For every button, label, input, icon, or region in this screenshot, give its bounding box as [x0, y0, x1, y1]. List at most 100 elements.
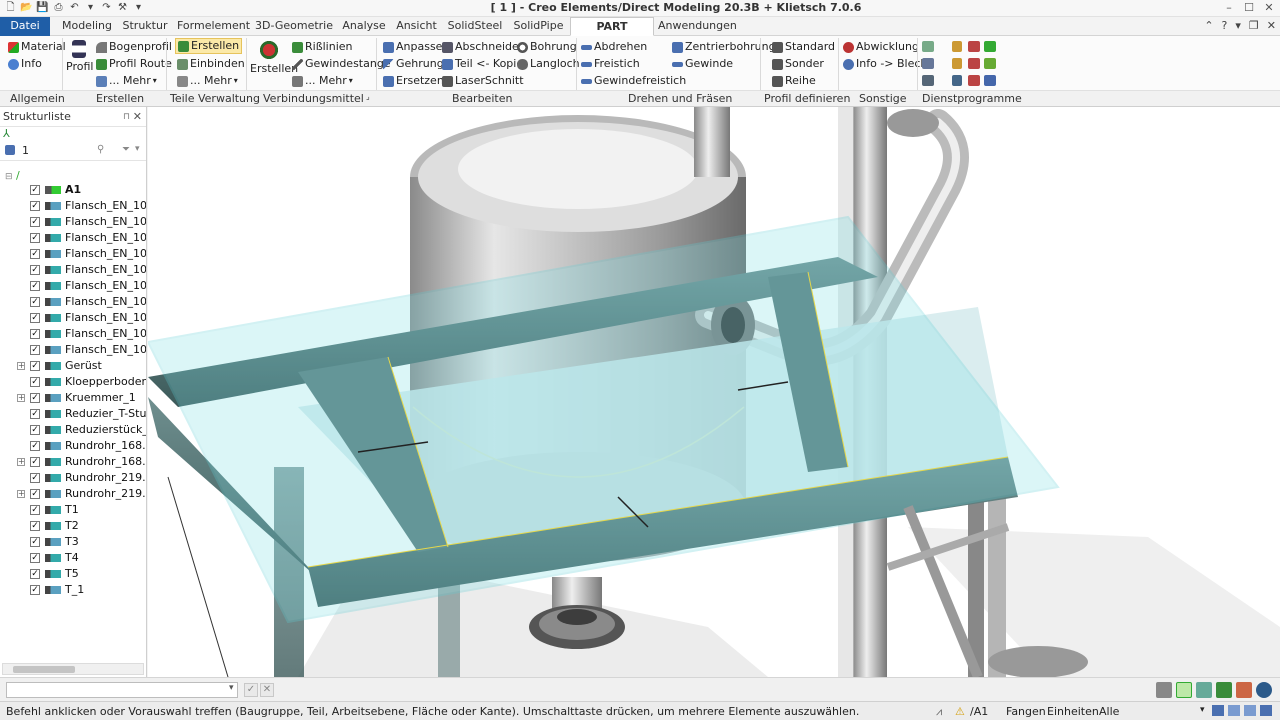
dropdown-arrow-icon[interactable]: ▾	[1235, 19, 1241, 32]
snap-icon[interactable]: ⩘	[936, 705, 942, 719]
tab-analyse[interactable]: Analyse	[340, 17, 388, 36]
tree-row[interactable]: ✓ Kloepperboden	[0, 374, 146, 390]
tree-row[interactable]: ✓ Flansch_EN_1092-	[0, 214, 146, 230]
tree-row[interactable]: ✓ Flansch_EN_1092-	[0, 262, 146, 278]
expand-icon[interactable]: +	[17, 394, 25, 402]
profil-button[interactable]: Profil	[66, 40, 93, 73]
undo-icon[interactable]: ↶	[68, 1, 81, 14]
visibility-checkbox[interactable]: ✓	[30, 217, 40, 227]
material-button[interactable]: Material	[8, 39, 66, 55]
tree-row[interactable]: ✓ Reduzierstück_DIN	[0, 422, 146, 438]
tab-solidsteel[interactable]: SolidSteel	[447, 17, 503, 36]
collapse-ribbon-icon[interactable]: ⌃	[1204, 19, 1213, 32]
binoculars-icon[interactable]: ⚲	[97, 144, 104, 155]
visibility-checkbox[interactable]: ✓	[30, 569, 40, 579]
visibility-checkbox[interactable]: ✓	[30, 489, 40, 499]
cancel-button[interactable]: ✕	[260, 683, 274, 697]
tree-row[interactable]: ✓ T4	[0, 550, 146, 566]
erstellen-mehr-button[interactable]: ... Mehr ▾	[96, 73, 157, 89]
visibility-checkbox[interactable]: ✓	[30, 185, 40, 195]
minimize-icon[interactable]: –	[1222, 0, 1236, 16]
filter-icon[interactable]: ⏷	[122, 144, 130, 155]
gewinde-button[interactable]: Gewinde	[672, 56, 733, 72]
ersetzen-button[interactable]: Ersetzen	[383, 73, 444, 89]
visibility-checkbox[interactable]: ✓	[30, 297, 40, 307]
visibility-checkbox[interactable]: ✓	[30, 361, 40, 371]
tree-row[interactable]: + ✓ Kruemmer_1	[0, 390, 146, 406]
visibility-checkbox[interactable]: ✓	[30, 585, 40, 595]
visibility-checkbox[interactable]: ✓	[30, 329, 40, 339]
chevron-down-icon[interactable]: ▾	[229, 683, 234, 693]
tool-icon[interactable]: ⚒	[116, 1, 129, 14]
verbindung-mehr-button[interactable]: ... Mehr ▾	[292, 73, 353, 89]
visibility-checkbox[interactable]: ✓	[30, 377, 40, 387]
risslinien-button[interactable]: Rißlinien	[292, 39, 353, 55]
tool-icon[interactable]	[984, 58, 996, 69]
window-icon[interactable]	[1228, 705, 1240, 716]
visibility-checkbox[interactable]: ✓	[30, 345, 40, 355]
print-icon[interactable]: ⎙	[52, 1, 65, 14]
list-icon[interactable]	[5, 145, 15, 155]
teil-erstellen-button[interactable]: Erstellen	[175, 38, 243, 54]
info-blech-button[interactable]: Info -> Blech	[843, 56, 927, 72]
tree-row[interactable]: + ✓ Rundrohr_219.1x8	[0, 486, 146, 502]
close-icon[interactable]: ✕	[1262, 0, 1276, 16]
tree-row[interactable]: ✓ T3	[0, 534, 146, 550]
save-icon[interactable]: 💾	[36, 1, 49, 14]
tool-icon[interactable]	[968, 75, 980, 86]
tab-formelement[interactable]: Formelement	[177, 17, 250, 36]
tree-row[interactable]: ✓ Reduzier_T-Stueck	[0, 406, 146, 422]
tree-row[interactable]: ✓ Flansch_EN_1092-	[0, 310, 146, 326]
tool-icon[interactable]	[952, 58, 962, 69]
expand-icon[interactable]: +	[17, 458, 25, 466]
help-icon[interactable]: ?	[1222, 19, 1228, 32]
tree-row[interactable]: ✓ T_1	[0, 582, 146, 598]
tab-anwendungen[interactable]: Anwendungen	[658, 17, 737, 36]
window-icon[interactable]	[1212, 705, 1224, 716]
abwicklung-button[interactable]: Abwicklung	[843, 39, 919, 55]
filter-value[interactable]: 1	[22, 144, 29, 157]
tree-row[interactable]: ✓ Flansch_EN_1092-	[0, 294, 146, 310]
tree-row[interactable]: + ✓ Gerüst	[0, 358, 146, 374]
visibility-checkbox[interactable]: ✓	[30, 505, 40, 515]
visibility-checkbox[interactable]: ✓	[30, 521, 40, 531]
dropdown-arrow-icon[interactable]: ▾	[132, 1, 145, 14]
close-doc-icon[interactable]: ✕	[1267, 19, 1276, 32]
workplane-label[interactable]: /A1	[970, 705, 988, 718]
standard-button[interactable]: Standard	[772, 39, 835, 55]
tree-row[interactable]: ✓ Rundrohr_168.3x5	[0, 438, 146, 454]
tab-modeling[interactable]: Modeling	[58, 17, 116, 36]
dropdown-arrow-icon[interactable]: ▾	[84, 1, 97, 14]
window-icon[interactable]	[1244, 705, 1256, 716]
expand-icon[interactable]: +	[17, 490, 25, 498]
tree-row[interactable]: ✓ Flansch_EN_1092-	[0, 230, 146, 246]
tree-row[interactable]: ✓ Rundrohr_219.1x8	[0, 470, 146, 486]
abdrehen-button[interactable]: Abdrehen	[581, 39, 647, 55]
tree-row[interactable]: ✓ Flansch_EN_1092-	[0, 326, 146, 342]
tab-solidpipe[interactable]: SolidPipe	[511, 17, 566, 36]
shaded-icon[interactable]	[1216, 682, 1232, 698]
tool-icon[interactable]	[952, 75, 962, 86]
frame-icon[interactable]	[984, 41, 996, 52]
tab-datei[interactable]: Datei	[0, 17, 50, 36]
tree-row[interactable]: ✓ Flansch_EN_1092-	[0, 246, 146, 262]
visibility-checkbox[interactable]: ✓	[30, 313, 40, 323]
chevron-down-icon[interactable]: ▾	[135, 144, 140, 154]
tree-row[interactable]: ✓ T2	[0, 518, 146, 534]
tree-row[interactable]: ✓ T1	[0, 502, 146, 518]
tree-row[interactable]: ✓ A1	[0, 182, 146, 198]
visibility-checkbox[interactable]: ✓	[30, 441, 40, 451]
tab-part-assistant[interactable]: PART Assistant	[570, 17, 654, 51]
sonder-button[interactable]: Sonder	[772, 56, 824, 72]
window-icon[interactable]	[1260, 705, 1272, 716]
tree-row[interactable]: + ✓ Rundrohr_168.3x5	[0, 454, 146, 470]
laserschnitt-button[interactable]: LaserSchnitt	[442, 73, 524, 89]
teile-mehr-button[interactable]: ... Mehr ▾	[177, 73, 238, 89]
dialog-launcher-icon[interactable]: ⌟	[366, 92, 370, 101]
tree-row[interactable]: ✓ Flansch_EN_1092-	[0, 342, 146, 358]
horizontal-scrollbar[interactable]	[2, 663, 144, 675]
confirm-button[interactable]: ✓	[244, 683, 258, 697]
visibility-checkbox[interactable]: ✓	[30, 473, 40, 483]
warning-icon[interactable]: ⚠	[955, 705, 965, 718]
visibility-checkbox[interactable]: ✓	[30, 409, 40, 419]
